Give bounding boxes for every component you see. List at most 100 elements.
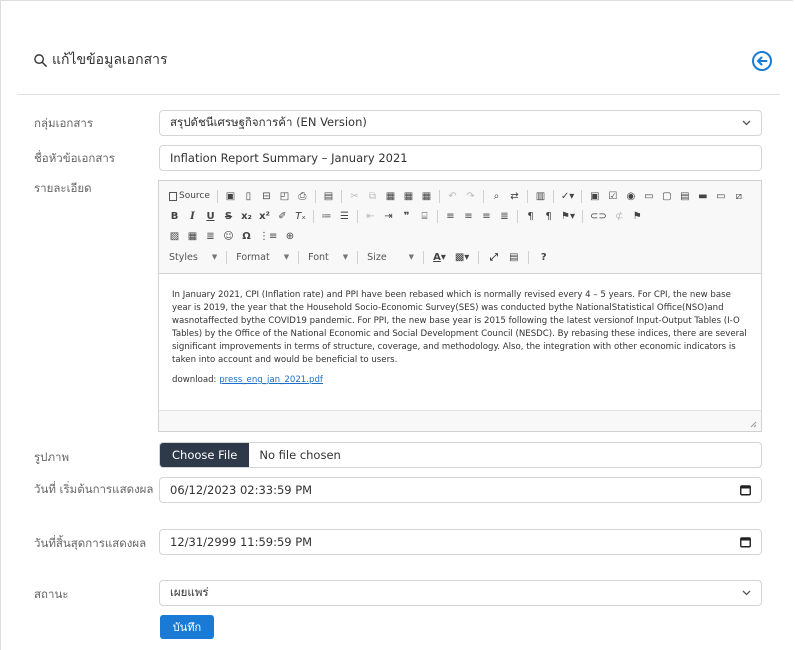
bold-icon[interactable]: B (169, 209, 180, 223)
find-icon[interactable]: ⌕ (491, 189, 502, 203)
doc-title-input[interactable]: Inflation Report Summary – January 2021 (159, 145, 762, 171)
doc-title-label: ชื่อหัวข้อเอกสาร (34, 151, 115, 165)
numbered-list-icon[interactable]: ≔ (321, 209, 332, 223)
status-select[interactable]: เผยแพร่ (159, 580, 762, 606)
rich-text-editor: Source ▣ ▯ ⊟ ◰ ⎙ ▤ ✂ ⧉ ▦ ▦ ▦ ↶ ↷ ⌕ ⇄ ▥ ✓… (158, 180, 762, 432)
textarea-icon[interactable]: ▢ (661, 189, 672, 203)
font-combo[interactable]: Font ▼ (308, 252, 348, 263)
smiley-icon[interactable]: ☺ (223, 229, 234, 243)
save-icon[interactable]: ▣ (225, 189, 236, 203)
print-icon[interactable]: ⎙ (297, 189, 308, 203)
underline-icon[interactable]: U (205, 209, 216, 223)
group-select-value: สรุปดัชนีเศรษฐกิจการค้า (EN Version) (170, 115, 367, 129)
remove-format-icon[interactable]: Tₓ (295, 209, 306, 223)
calendar-icon[interactable] (740, 485, 751, 496)
start-date-input[interactable]: 06/12/2023 02:33:59 PM (159, 477, 762, 503)
select-field-icon[interactable]: ▤ (679, 189, 690, 203)
outdent-icon[interactable]: ⇤ (365, 209, 376, 223)
editor-paragraph: In January 2021, CPI (Inflation rate) an… (172, 290, 747, 365)
document-icon[interactable]: ▤ (323, 189, 334, 203)
image-icon[interactable]: ▨ (169, 229, 180, 243)
link-icon[interactable]: ⊂⊃ (590, 209, 607, 223)
editor-content[interactable]: In January 2021, CPI (Inflation rate) an… (159, 274, 761, 411)
back-arrow-icon[interactable] (751, 50, 773, 72)
page-title-text: แก้ไขข้อมูลเอกสาร (52, 52, 168, 68)
copy-format-icon[interactable]: ✐ (277, 209, 288, 223)
format-combo[interactable]: Format ▼ (236, 252, 289, 263)
size-combo[interactable]: Size ▼ (367, 252, 414, 263)
download-link[interactable]: press_eng_jan_2021.pdf (219, 375, 323, 385)
background-color-icon[interactable]: ▩▾ (455, 250, 469, 264)
page-break-icon[interactable]: ⋮≡ (259, 229, 277, 243)
rtl-icon[interactable]: ¶ (543, 209, 554, 223)
blockquote-icon[interactable]: ❞ (401, 209, 412, 223)
copy-icon[interactable]: ⧉ (367, 189, 378, 203)
horizontal-line-icon[interactable]: ≣ (205, 229, 216, 243)
preview-icon[interactable]: ◰ (279, 189, 290, 203)
align-center-icon[interactable]: ≡ (463, 209, 474, 223)
redo-icon[interactable]: ↷ (465, 189, 476, 203)
group-label: กลุ่มเอกสาร (34, 116, 94, 130)
toolbar-row-4: Styles ▼ Format ▼ Font ▼ Size ▼ A ▾ ▩▾ ⤢ ▤ ? (169, 249, 549, 265)
spellcheck-icon[interactable]: ✓▾ (561, 189, 574, 203)
iframe-icon[interactable]: ⊕ (284, 229, 295, 243)
radio-icon[interactable]: ◉ (625, 189, 636, 203)
checkbox-icon[interactable]: ☑ (607, 189, 618, 203)
paste-word-icon[interactable]: ▦ (421, 189, 432, 203)
align-left-icon[interactable]: ≡ (445, 209, 456, 223)
bulleted-list-icon[interactable]: ☰ (339, 209, 350, 223)
end-date-input[interactable]: 12/31/2999 11:59:59 PM (159, 529, 762, 555)
paste-icon[interactable]: ▦ (385, 189, 396, 203)
form-icon[interactable]: ▣ (589, 189, 600, 203)
editor-toolbar: Source ▣ ▯ ⊟ ◰ ⎙ ▤ ✂ ⧉ ▦ ▦ ▦ ↶ ↷ ⌕ ⇄ ▥ ✓… (159, 181, 761, 274)
italic-icon[interactable]: I (187, 209, 198, 223)
group-select[interactable]: สรุปดัชนีเศรษฐกิจการค้า (EN Version) (159, 110, 762, 136)
toolbar-separator (226, 250, 228, 264)
styles-combo-arrow-icon: ▼ (211, 253, 218, 261)
special-char-icon[interactable]: Ω (241, 229, 252, 243)
textfield-icon[interactable]: ▭ (643, 189, 654, 203)
cut-icon[interactable]: ✂ (349, 189, 360, 203)
toolbar-row-2: B I U S x₂ x² ✐ Tₓ ≔ ☰ ⇤ ⇥ ❞ ⌸ ≡ ≡ ≡ ≣ ¶… (169, 208, 643, 224)
font-combo-label: Font (308, 251, 329, 263)
subscript-icon[interactable]: x₂ (241, 209, 252, 223)
ltr-icon[interactable]: ¶ (525, 209, 536, 223)
superscript-icon[interactable]: x² (259, 209, 270, 223)
div-icon[interactable]: ⌸ (419, 209, 430, 223)
maximize-icon[interactable]: ⤢ (488, 250, 499, 264)
search-edit-icon (34, 53, 48, 67)
anchor-icon[interactable]: ⚑ (632, 209, 643, 223)
language-icon[interactable]: ⚑▾ (561, 209, 575, 223)
source-button[interactable]: Source (169, 189, 210, 203)
toolbar-row-3: ▨ ▦ ≣ ☺ Ω ⋮≡ ⊕ (169, 228, 295, 244)
unlink-icon[interactable]: ⊄ (614, 209, 625, 223)
replace-icon[interactable]: ⇄ (509, 189, 520, 203)
button-field-icon[interactable]: ▬ (697, 189, 708, 203)
styles-combo[interactable]: Styles ▼ (169, 252, 217, 263)
undo-icon[interactable]: ↶ (447, 189, 458, 203)
end-date-label: วันที่สิ้นสุดการแสดงผล (34, 536, 147, 550)
styles-combo-label: Styles (169, 251, 198, 263)
show-blocks-icon[interactable]: ▤ (508, 250, 519, 264)
calendar-icon[interactable] (740, 537, 751, 548)
align-right-icon[interactable]: ≡ (481, 209, 492, 223)
strikethrough-icon[interactable]: S (223, 209, 234, 223)
new-page-icon[interactable]: ▯ (243, 189, 254, 203)
table-icon[interactable]: ▦ (187, 229, 198, 243)
image-file-input[interactable]: Choose File No file chosen (159, 442, 762, 468)
paste-text-icon[interactable]: ▦ (403, 189, 414, 203)
template-icon[interactable]: ⊟ (261, 189, 272, 203)
select-all-icon[interactable]: ▥ (535, 189, 546, 203)
about-icon[interactable]: ? (538, 250, 549, 264)
indent-icon[interactable]: ⇥ (383, 209, 394, 223)
resize-grip-icon[interactable] (750, 421, 757, 428)
toolbar-row-1: Source ▣ ▯ ⊟ ◰ ⎙ ▤ ✂ ⧉ ▦ ▦ ▦ ↶ ↷ ⌕ ⇄ ▥ ✓… (169, 188, 744, 204)
font-combo-arrow-icon: ▼ (342, 253, 349, 261)
choose-file-button[interactable]: Choose File (160, 443, 250, 467)
hidden-field-icon[interactable]: ⧄ (733, 189, 744, 203)
justify-icon[interactable]: ≣ (499, 209, 510, 223)
image-button-icon[interactable]: ▭ (715, 189, 726, 203)
text-color-icon[interactable]: A ▾ (433, 250, 446, 264)
download-label: download: (172, 375, 217, 385)
save-button[interactable]: บันทึก (160, 615, 214, 639)
